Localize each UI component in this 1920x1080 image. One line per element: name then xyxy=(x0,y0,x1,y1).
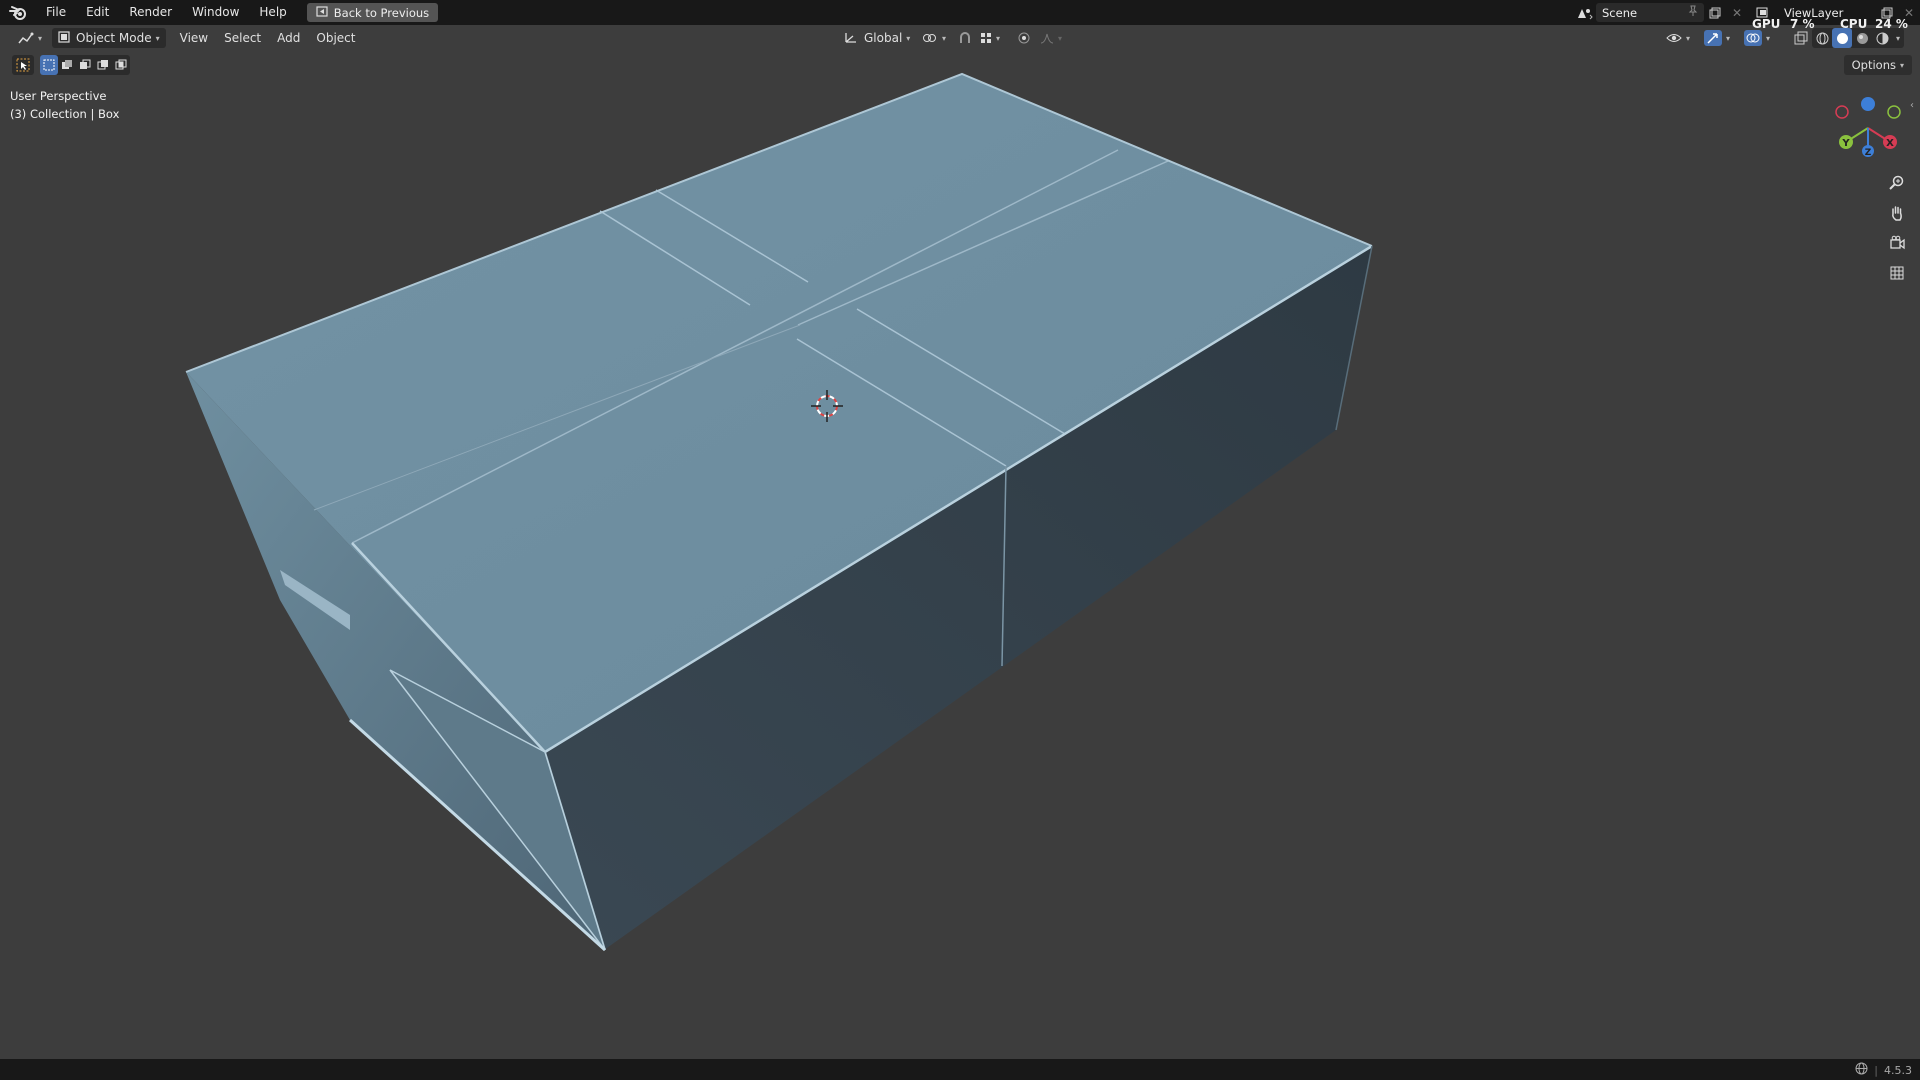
zoom-icon[interactable] xyxy=(1884,170,1910,196)
version-label: 4.5.3 xyxy=(1884,1063,1912,1077)
proportional-edit-icon[interactable] xyxy=(1012,28,1036,48)
visibility-icon[interactable]: ▾ xyxy=(1660,28,1696,48)
menu-window[interactable]: Window xyxy=(182,0,249,25)
navigation-gizmo[interactable]: X Y Z xyxy=(1824,92,1910,164)
negative-y-handle xyxy=(1887,105,1901,119)
menu-render[interactable]: Render xyxy=(119,0,182,25)
view-menu[interactable]: View xyxy=(174,28,214,48)
pan-hand-icon[interactable] xyxy=(1884,200,1910,226)
wireframe-shading-icon[interactable] xyxy=(1812,32,1832,45)
pivot-icon[interactable]: ▾ xyxy=(916,28,952,48)
pin-icon[interactable] xyxy=(1688,5,1698,20)
scene-field[interactable]: Scene xyxy=(1596,3,1704,22)
grid-icon[interactable] xyxy=(1884,260,1910,286)
add-menu[interactable]: Add xyxy=(271,28,306,48)
negative-z-handle xyxy=(1861,97,1875,111)
version-info: | 4.5.3 xyxy=(1855,1062,1912,1078)
material-shading-icon[interactable] xyxy=(1852,32,1872,45)
transform-orientation-dropdown[interactable]: Global ▾ xyxy=(838,28,916,48)
top-menu-bar: File Edit Render Window Help Back to Pre… xyxy=(0,0,1920,25)
falloff-icon[interactable]: ▾ xyxy=(1034,28,1068,48)
mode-dropdown[interactable]: Object Mode ▾ xyxy=(52,28,166,48)
menu-help[interactable]: Help xyxy=(249,0,296,25)
menu-edit[interactable]: Edit xyxy=(76,0,119,25)
back-to-previous-label: Back to Previous xyxy=(333,5,430,20)
x-axis-label: X xyxy=(1886,138,1894,149)
select-menu[interactable]: Select xyxy=(218,28,267,48)
y-axis-label: Y xyxy=(1841,138,1850,149)
copy-icon[interactable] xyxy=(1704,3,1726,22)
status-bar: | 4.5.3 xyxy=(0,1059,1920,1080)
solid-shading-icon[interactable] xyxy=(1832,28,1852,48)
mode-label: Object Mode xyxy=(76,31,152,45)
viewport-header: ▾ Object Mode ▾ View Select Add Object Gl… xyxy=(0,25,1920,51)
back-to-previous-button[interactable]: Back to Previous xyxy=(306,3,439,22)
overlay-icon[interactable]: ▾ xyxy=(1738,28,1776,48)
xray-icon[interactable] xyxy=(1788,28,1814,48)
menu-file[interactable]: File xyxy=(36,0,76,25)
language-icon[interactable] xyxy=(1855,1062,1868,1078)
scene-name: Scene xyxy=(1602,5,1638,20)
transform-orientation-icon xyxy=(844,31,858,46)
object-mode-icon xyxy=(58,30,70,46)
camera-icon[interactable] xyxy=(1884,230,1910,256)
blender-logo-icon[interactable] xyxy=(0,0,36,25)
snap-increment-icon[interactable]: ▾ xyxy=(974,28,1006,48)
close-icon[interactable]: ✕ xyxy=(1726,3,1748,22)
back-icon xyxy=(316,5,328,20)
orientation-label: Global xyxy=(864,31,903,45)
3d-viewport[interactable] xyxy=(0,51,1920,1059)
shading-options-icon[interactable]: ▾ xyxy=(1896,34,1900,43)
gizmo-icon[interactable]: ▾ xyxy=(1698,28,1736,48)
scene-icon[interactable] xyxy=(1574,3,1596,22)
editor-type-icon[interactable]: ▾ xyxy=(12,28,48,48)
rendered-shading-icon[interactable] xyxy=(1872,32,1892,45)
shading-mode-group: ▾ xyxy=(1812,28,1905,48)
z-axis-label: Z xyxy=(1865,148,1872,158)
sidebar-toggle-icon[interactable]: ‹ xyxy=(1910,100,1914,111)
object-menu[interactable]: Object xyxy=(310,28,361,48)
negative-x-handle xyxy=(1835,105,1849,119)
